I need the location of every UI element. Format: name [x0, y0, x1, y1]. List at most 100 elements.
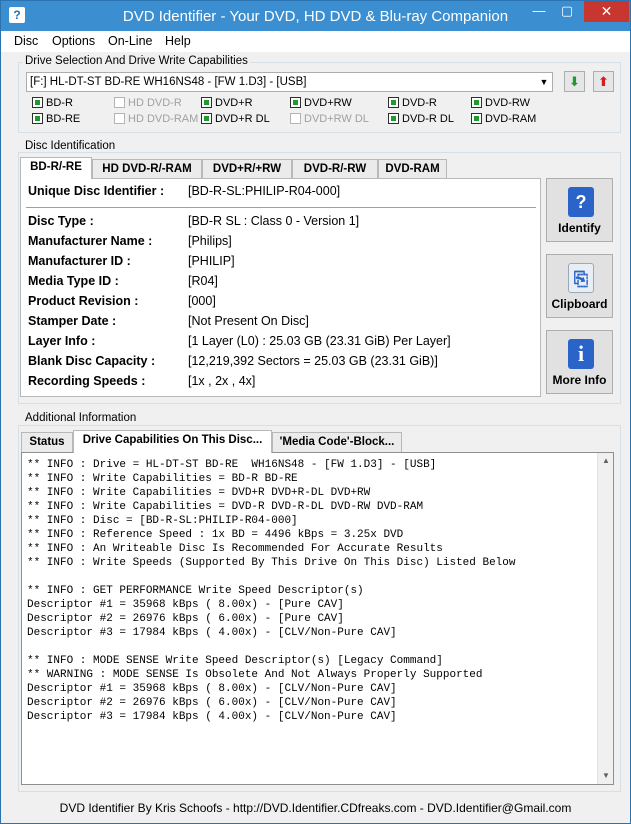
disc-field-value: [000] [188, 294, 216, 308]
capability-checkbox: DVD+RW DL [290, 113, 369, 127]
capability-label: DVD-RAM [485, 113, 537, 125]
disc-field-value: [Not Present On Disc] [188, 314, 309, 328]
log-line: ** INFO : Write Capabilities = DVD+R DVD… [27, 487, 371, 499]
checkbox-icon [32, 97, 43, 108]
log-line: ** INFO : Write Speeds (Supported By Thi… [27, 557, 516, 569]
status-bar: DVD Identifier By Kris Schoofs - http://… [59, 801, 572, 815]
capability-label: DVD+R DL [215, 113, 270, 125]
checkbox-icon [201, 113, 212, 124]
drive-group-label: Drive Selection And Drive Write Capabili… [23, 55, 250, 67]
unique-id-label: Unique Disc Identifier : [28, 184, 165, 198]
capability-checkbox: DVD+R [201, 97, 253, 111]
capability-checkbox: HD DVD-R [114, 97, 182, 111]
capability-label: DVD-RW [485, 97, 531, 109]
log-line: ** INFO : Disc = [BD-R-SL:PHILIP-R04-000… [27, 515, 298, 527]
tab-bd-r-re[interactable]: BD-R/-RE [20, 157, 92, 179]
disc-field-value: [1x , 2x , 4x] [188, 374, 256, 388]
drive-select-value: [F:] HL-DT-ST BD-RE WH16NS48 - [FW 1.D3]… [30, 76, 307, 88]
help-icon: ? [568, 187, 594, 217]
capability-checkbox: BD-R [32, 97, 73, 111]
capability-checkbox: DVD-RW [471, 97, 530, 111]
divider [26, 207, 536, 209]
scroll-up-icon[interactable]: ▲ [598, 453, 613, 469]
drive-select[interactable]: [F:] HL-DT-ST BD-RE WH16NS48 - [FW 1.D3]… [26, 72, 553, 92]
capability-checkbox: DVD-R DL [388, 113, 454, 127]
unique-id-value: [BD-R-SL:PHILIP-R04-000] [188, 184, 341, 198]
disc-field-label: Media Type ID : [28, 274, 119, 288]
clipboard-icon: ⎘ [568, 263, 594, 293]
log-line: Descriptor #2 = 26976 kBps ( 6.00x) - [P… [27, 613, 344, 625]
disc-field-value: [PHILIP] [188, 254, 235, 268]
info-log[interactable]: ** INFO : Drive = HL-DT-ST BD-RE WH16NS4… [21, 452, 614, 785]
menu-options[interactable]: Options [52, 34, 95, 48]
capability-label: DVD+RW [304, 97, 352, 109]
maximize-button[interactable]: ▢ [553, 1, 581, 22]
disc-field-label: Product Revision : [28, 294, 139, 308]
minimize-button[interactable]: — [525, 1, 553, 22]
more-info-button-label: More Info [552, 373, 607, 387]
close-button[interactable]: ✕ [584, 1, 629, 22]
tab-dvd-minus[interactable]: DVD-R/-RW [292, 159, 378, 179]
disc-field-value: [BD-R SL : Class 0 - Version 1] [188, 214, 360, 228]
disc-field-value: [1 Layer (L0) : 25.03 GB (23.31 GiB) Per… [188, 334, 451, 348]
log-line: ** INFO : Drive = HL-DT-ST BD-RE WH16NS4… [27, 459, 437, 471]
additional-group-label: Additional Information [23, 412, 139, 424]
checkbox-icon [32, 113, 43, 124]
disc-group-label: Disc Identification [23, 140, 118, 152]
log-line: ** INFO : An Writeable Disc Is Recommend… [27, 543, 443, 555]
eject-up-button[interactable]: ⬆ [593, 71, 614, 92]
tab-status[interactable]: Status [21, 432, 73, 452]
app-window: ? DVD Identifier - Your DVD, HD DVD & Bl… [0, 0, 631, 824]
capability-checkbox: DVD+R DL [201, 113, 270, 127]
checkbox-icon [114, 113, 125, 124]
log-line: Descriptor #3 = 17984 kBps ( 4.00x) - [C… [27, 627, 397, 639]
disc-field-label: Layer Info : [28, 334, 96, 348]
capability-label: HD DVD-RAM [128, 113, 199, 125]
clipboard-button-label: Clipboard [551, 297, 608, 311]
log-line: Descriptor #1 = 35968 kBps ( 8.00x) - [P… [27, 599, 344, 611]
checkbox-icon [201, 97, 212, 108]
disc-field-label: Stamper Date : [28, 314, 117, 328]
clipboard-button[interactable]: ⎘ Clipboard [546, 254, 613, 318]
arrow-down-icon: ⬇ [569, 74, 580, 89]
checkbox-icon [290, 97, 301, 108]
checkbox-icon [388, 97, 399, 108]
eject-down-button[interactable]: ⬇ [564, 71, 585, 92]
checkbox-icon [290, 113, 301, 124]
log-line: ** INFO : GET PERFORMANCE Write Speed De… [27, 585, 364, 597]
disc-field-label: Manufacturer Name : [28, 234, 153, 248]
log-line: ** INFO : Write Capabilities = BD-R BD-R… [27, 473, 298, 485]
scroll-down-icon[interactable]: ▼ [598, 768, 613, 784]
capability-label: DVD+R [215, 97, 253, 109]
tab-media-code[interactable]: 'Media Code'-Block... [272, 432, 402, 452]
vertical-scrollbar[interactable]: ▲ ▼ [597, 453, 613, 784]
menu-help[interactable]: Help [165, 34, 191, 48]
disc-field-label: Blank Disc Capacity : [28, 354, 156, 368]
disc-info-panel: Unique Disc Identifier : [BD-R-SL:PHILIP… [20, 178, 541, 397]
disc-field-value: [R04] [188, 274, 218, 288]
log-line: ** WARNING : MODE SENSE Is Obsolete And … [27, 669, 483, 681]
capability-label: HD DVD-R [128, 97, 182, 109]
arrow-up-icon: ⬆ [598, 74, 609, 89]
capability-checkbox: BD-RE [32, 113, 80, 127]
menu-online[interactable]: On-Line [108, 34, 152, 48]
tab-dvd-plus[interactable]: DVD+R/+RW [202, 159, 292, 179]
disc-field-value: [Philips] [188, 234, 232, 248]
more-info-button[interactable]: i More Info [546, 330, 613, 394]
info-icon: i [568, 339, 594, 369]
disc-field-label: Disc Type : [28, 214, 94, 228]
capability-checkbox: DVD-RAM [471, 113, 536, 127]
checkbox-icon [471, 113, 482, 124]
tab-drive-capabilities[interactable]: Drive Capabilities On This Disc... [73, 430, 272, 453]
capability-checkbox: DVD-R [388, 97, 437, 111]
capability-checkbox: DVD+RW [290, 97, 352, 111]
capability-label: DVD-R [402, 97, 437, 109]
capability-label: DVD-R DL [402, 113, 454, 125]
log-line: Descriptor #1 = 35968 kBps ( 8.00x) - [C… [27, 683, 397, 695]
log-line: ** INFO : Write Capabilities = DVD-R DVD… [27, 501, 424, 513]
tab-hd-dvd[interactable]: HD DVD-R/-RAM [92, 159, 202, 179]
checkbox-icon [114, 97, 125, 108]
identify-button[interactable]: ? Identify [546, 178, 613, 242]
tab-dvd-ram[interactable]: DVD-RAM [378, 159, 447, 179]
menu-disc[interactable]: Disc [14, 34, 38, 48]
